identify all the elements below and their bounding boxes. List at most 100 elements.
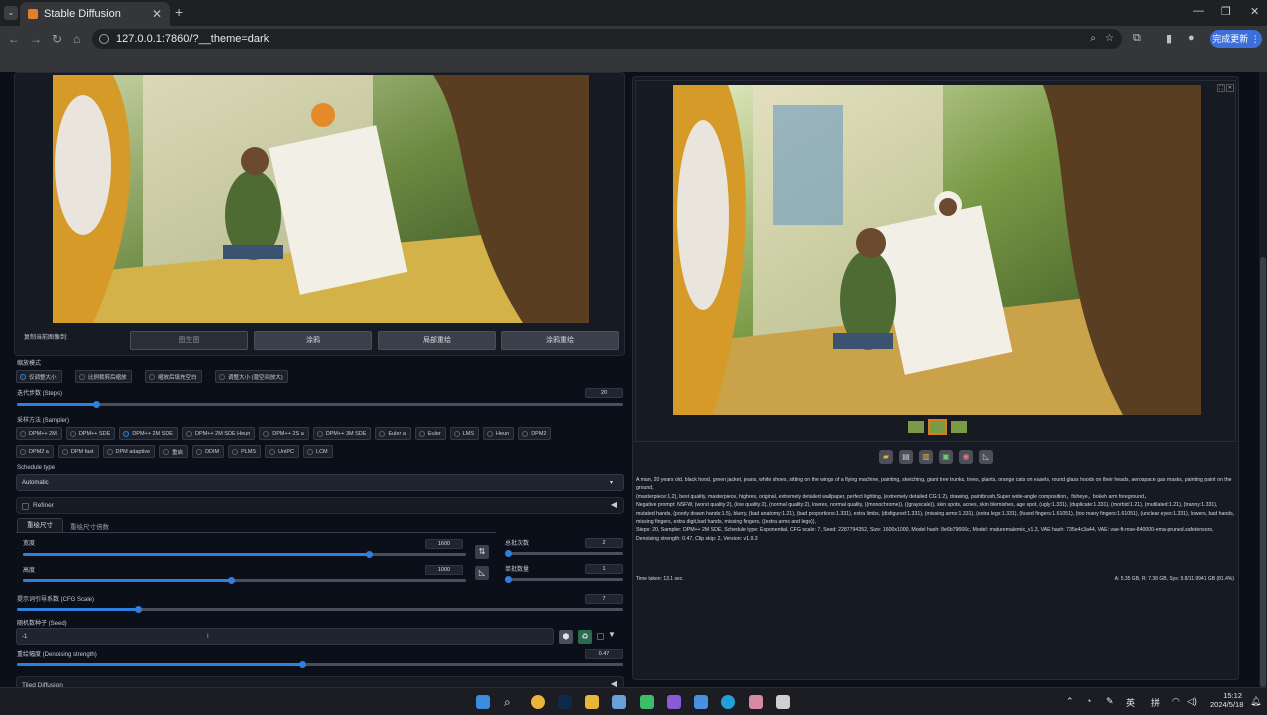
steps-slider-thumb[interactable]	[92, 401, 100, 408]
output-image[interactable]	[673, 85, 1201, 415]
height-slider-thumb[interactable]	[228, 577, 236, 584]
width-slider-thumb[interactable]	[365, 551, 373, 558]
sampler-option[interactable]: DDIM	[192, 445, 225, 458]
height-slider[interactable]	[23, 577, 466, 584]
send-to-img2img-icon[interactable]: ▣	[939, 450, 953, 464]
bookmark-star-icon[interactable]: ☆	[1105, 29, 1114, 49]
sampler-option[interactable]: DPM2 a	[16, 445, 54, 458]
seed-input[interactable]: -1 I	[16, 628, 554, 645]
zip-icon[interactable]: ▥	[919, 450, 933, 464]
cfg-scale-input[interactable]: 7	[585, 594, 623, 604]
schedule-type-dropdown[interactable]: Automatic ▾	[16, 474, 624, 491]
edge-icon[interactable]	[721, 695, 735, 709]
refiner-accordion[interactable]: Refiner ◀	[16, 497, 624, 514]
batch-size-thumb[interactable]	[505, 576, 512, 583]
start-menu-icon[interactable]	[476, 695, 490, 709]
sampler-option[interactable]: DPM++ 2M	[16, 427, 62, 440]
detect-size-icon[interactable]: ◺	[475, 566, 489, 580]
tab-resize-by[interactable]: 重绘尺寸倍数	[70, 521, 109, 531]
reload-icon[interactable]: ↻	[52, 32, 62, 46]
clock[interactable]: 15:12 2024/5/18	[1210, 691, 1243, 709]
settings-gear-icon[interactable]	[776, 695, 790, 709]
batch-count-input[interactable]: 2	[585, 538, 623, 548]
ime-language[interactable]: 英	[1126, 696, 1135, 709]
new-tab-icon[interactable]: +	[175, 4, 183, 20]
update-button[interactable]: 完成更新 ⋮	[1210, 30, 1262, 48]
pen-icon[interactable]: ✎	[1106, 696, 1114, 707]
close-window-icon[interactable]: ✕	[1250, 5, 1259, 18]
sampler-option[interactable]: PLMS	[228, 445, 262, 458]
app-icon[interactable]	[640, 695, 654, 709]
sampler-option[interactable]: Euler a	[375, 427, 411, 440]
sampler-option[interactable]: LCM	[303, 445, 333, 458]
page-scrollbar[interactable]	[1259, 72, 1267, 687]
swap-dimensions-icon[interactable]: ⇅	[475, 545, 489, 559]
close-tab-icon[interactable]: ✕	[152, 7, 162, 21]
store-icon[interactable]	[612, 695, 626, 709]
sampler-option[interactable]: DPM++ 2M SDE	[119, 427, 178, 440]
sampler-option[interactable]: DPM fast	[57, 445, 99, 458]
steps-number-input[interactable]: 20	[585, 388, 623, 398]
copy-to-inpaint-sketch-button[interactable]: 涂鸦重绘	[501, 331, 619, 350]
sampler-option[interactable]: Euler	[414, 427, 446, 440]
chevron-up-icon[interactable]: ⌃	[1066, 696, 1074, 707]
file-explorer-icon[interactable]	[585, 695, 599, 709]
address-input[interactable]: 127.0.0.1:7860/?__theme=dark ⌕ ☆	[92, 29, 1122, 49]
site-info-icon[interactable]	[99, 34, 109, 44]
wifi-icon[interactable]: ◠	[1172, 696, 1180, 707]
copy-to-inpaint-button[interactable]: 局部重绘	[378, 331, 496, 350]
scrollbar-thumb[interactable]	[1260, 257, 1266, 687]
batch-size-slider[interactable]	[505, 576, 623, 583]
reuse-seed-recycle-icon[interactable]: ♻	[578, 630, 592, 644]
resize-mode-option-3[interactable]: 调整大小 (潜空间放大)	[215, 370, 288, 383]
denoising-slider[interactable]	[17, 661, 623, 668]
search-icon[interactable]: ⌕	[504, 695, 518, 709]
resize-mode-option-0[interactable]: 仅调整大小	[16, 370, 62, 383]
refiner-checkbox[interactable]	[22, 503, 29, 510]
denoising-input[interactable]: 0.47	[585, 649, 623, 659]
collapse-arrow-icon[interactable]: ◀	[611, 500, 617, 509]
fullscreen-icon[interactable]: ⛶	[1217, 84, 1225, 92]
height-number-input[interactable]: 1000	[425, 565, 463, 575]
sampler-option[interactable]: DPM2	[518, 427, 552, 440]
browser-tab[interactable]: Stable Diffusion ✕	[20, 2, 170, 26]
steps-slider[interactable]	[17, 401, 623, 408]
gallery-thumbnail-selected[interactable]	[928, 419, 947, 435]
save-icon[interactable]: ▤	[899, 450, 913, 464]
chrome-icon[interactable]	[531, 695, 545, 709]
photoshop-icon[interactable]	[558, 695, 572, 709]
width-slider[interactable]	[23, 551, 466, 558]
width-number-input[interactable]: 1600	[425, 539, 463, 549]
batch-count-slider[interactable]	[505, 550, 623, 557]
notepad-icon[interactable]	[694, 695, 708, 709]
forward-icon[interactable]: →	[30, 32, 42, 46]
sampler-option[interactable]: DPM++ 3M SDE	[312, 427, 372, 440]
send-to-inpaint-icon[interactable]: ◉	[959, 450, 973, 464]
back-icon[interactable]: ←	[8, 32, 20, 46]
sampler-option[interactable]: UniPC	[265, 445, 300, 458]
send-to-extras-icon[interactable]: ◺	[979, 450, 993, 464]
sampler-option[interactable]: DPM++ 2M SDE Heun	[181, 427, 256, 440]
close-preview-icon[interactable]: ✕	[1226, 84, 1234, 92]
app-icon[interactable]	[749, 695, 763, 709]
notification-bell-icon[interactable]: 🔔︎	[1250, 696, 1261, 707]
sampler-option[interactable]: 重启	[159, 445, 189, 458]
source-image[interactable]	[53, 75, 589, 323]
tab-search-icon[interactable]: ⌄	[4, 6, 18, 20]
gallery-thumbnail[interactable]	[908, 421, 924, 433]
resize-mode-option-1[interactable]: 比例裁剪后缩放	[75, 370, 132, 383]
app-icon[interactable]	[667, 695, 681, 709]
sampler-option[interactable]: DPM++ SDE	[65, 427, 116, 440]
expand-arrow-icon[interactable]: ▼	[608, 630, 616, 639]
denoising-thumb[interactable]	[298, 661, 306, 668]
tray-app-icon[interactable]: ◔	[1086, 696, 1091, 706]
ime-mode[interactable]: 拼	[1151, 696, 1160, 709]
resize-mode-option-2[interactable]: 缩放后填充空白	[145, 370, 202, 383]
extra-seed-checkbox[interactable]	[597, 633, 604, 640]
copy-to-sketch-button[interactable]: 涂鸦	[254, 331, 372, 350]
gallery-thumbnail[interactable]	[951, 421, 967, 433]
sampler-option[interactable]: DPM adaptive	[102, 445, 156, 458]
random-seed-dice-icon[interactable]: ⬢	[559, 630, 573, 644]
tab-resize-to[interactable]: 重绘尺寸	[17, 518, 63, 532]
open-folder-icon[interactable]: ▰	[879, 450, 893, 464]
